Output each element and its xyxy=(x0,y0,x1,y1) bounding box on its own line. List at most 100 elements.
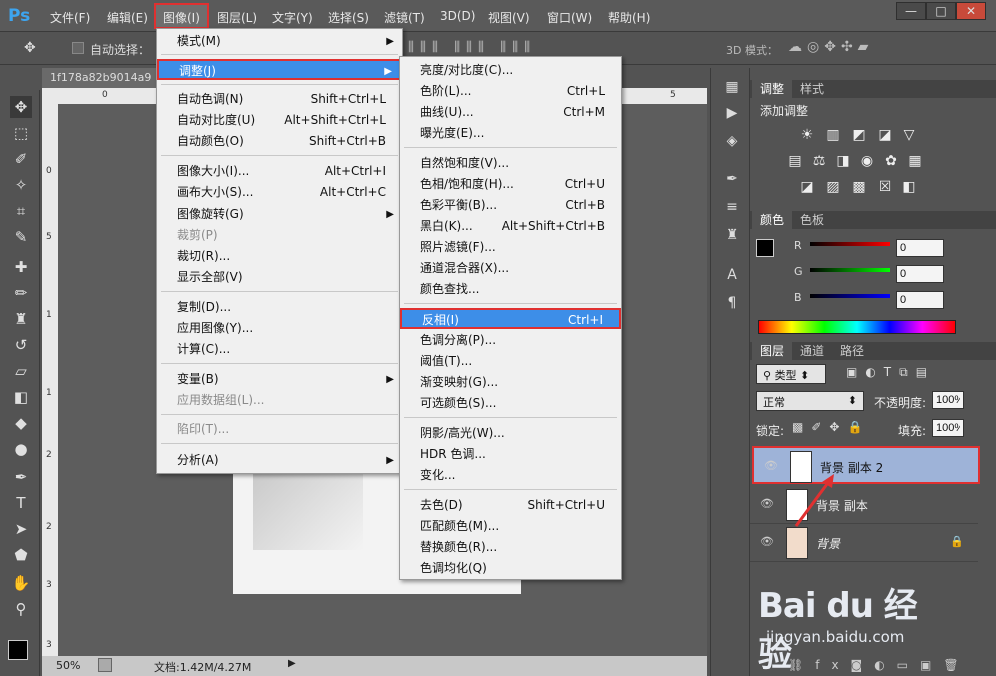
brush-presets-icon[interactable]: ✒ xyxy=(721,168,743,190)
hue-sat-icon[interactable]: ▤ xyxy=(786,152,804,170)
menu-item-variables[interactable]: 变量(B) ▶ xyxy=(157,369,402,390)
menu-item-apply-image[interactable]: 应用图像(Y)... xyxy=(157,318,402,339)
submenu-brightness-contrast[interactable]: 亮度/对比度(C)... xyxy=(400,60,621,81)
submenu-levels[interactable]: 色阶(L)... Ctrl+L xyxy=(400,81,621,102)
selective-color-icon[interactable]: ◧ xyxy=(900,178,918,196)
submenu-match-color[interactable]: 匹配颜色(M)... xyxy=(400,516,621,537)
submenu-selective-color[interactable]: 可选颜色(S)... xyxy=(400,393,621,414)
threshold-icon[interactable]: ▩ xyxy=(850,178,868,196)
submenu-replace-color[interactable]: 替换颜色(R)... xyxy=(400,537,621,558)
r-slider[interactable] xyxy=(810,242,890,246)
menu-window[interactable]: 窗口(W) xyxy=(547,9,592,26)
dodge-tool-icon[interactable]: ● xyxy=(10,438,32,460)
menu-item-mode[interactable]: 模式(M) ▶ xyxy=(157,31,402,52)
align-icons[interactable]: ⫼⫼⫼ ⫼⫼⫼ ⫼⫼⫼ xyxy=(408,40,536,55)
submenu-variations[interactable]: 变化... xyxy=(400,465,621,486)
submenu-desaturate[interactable]: 去色(D) Shift+Ctrl+U xyxy=(400,495,621,516)
status-icon[interactable] xyxy=(98,658,112,672)
exposure-icon[interactable]: ◪ xyxy=(876,126,894,144)
gradient-icon[interactable]: ◧ xyxy=(10,386,32,408)
menu-view[interactable]: 视图(V) xyxy=(488,9,530,26)
submenu-color-balance[interactable]: 色彩平衡(B)... Ctrl+B xyxy=(400,195,621,216)
move-tool-icon[interactable]: ✥ xyxy=(10,96,32,118)
submenu-hue-saturation[interactable]: 色相/饱和度(H)... Ctrl+U xyxy=(400,174,621,195)
tab-styles[interactable]: 样式 xyxy=(792,80,832,98)
submenu-color-lookup[interactable]: 颜色查找... xyxy=(400,279,621,300)
crop-tool-icon[interactable]: ⌗ xyxy=(10,200,32,222)
submenu-channel-mixer[interactable]: 通道混合器(X)... xyxy=(400,258,621,279)
menu-filter[interactable]: 滤镜(T) xyxy=(384,9,425,26)
shape-tool-icon[interactable]: ⬟ xyxy=(10,544,32,566)
g-input[interactable] xyxy=(896,265,944,283)
filter-icons[interactable]: ▣◐T⧉▤ xyxy=(846,365,935,380)
layer-row-copy[interactable]: 👁 背景 副本 xyxy=(750,486,978,524)
menu-item-canvas-size[interactable]: 画布大小(S)... Alt+Ctrl+C xyxy=(157,182,402,203)
menu-item-auto-contrast[interactable]: 自动对比度(U) Alt+Shift+Ctrl+L xyxy=(157,110,402,131)
menu-image[interactable]: 图像(I) xyxy=(163,9,200,26)
levels-icon[interactable]: ▥ xyxy=(824,126,842,144)
tab-color[interactable]: 颜色 xyxy=(752,211,793,229)
curves-icon[interactable]: ◩ xyxy=(850,126,868,144)
layer-row-copy2[interactable]: 👁 背景 副本 2 xyxy=(752,446,980,484)
clone-source-icon[interactable]: ♜ xyxy=(721,224,743,246)
g-slider[interactable] xyxy=(810,268,890,272)
marquee-tool-icon[interactable]: ⬚ xyxy=(10,122,32,144)
gradient-map-icon[interactable]: ☒ xyxy=(876,178,894,196)
brush-tool-icon[interactable]: ✏ xyxy=(10,282,32,304)
move-tool-icon[interactable]: ✥ xyxy=(24,40,36,56)
tab-layers[interactable]: 图层 xyxy=(752,342,793,360)
menu-item-analysis[interactable]: 分析(A) ▶ xyxy=(157,450,402,471)
menu-item-auto-tone[interactable]: 自动色调(N) Shift+Ctrl+L xyxy=(157,89,402,110)
menu-item-image-size[interactable]: 图像大小(I)... Alt+Ctrl+I xyxy=(157,161,402,182)
status-arrow-icon[interactable]: ▶ xyxy=(288,658,296,669)
menu-item-duplicate[interactable]: 复制(D)... xyxy=(157,297,402,318)
character-icon[interactable]: A xyxy=(721,264,743,286)
tab-paths[interactable]: 路径 xyxy=(832,342,872,360)
invert-icon[interactable]: ◪ xyxy=(798,178,816,196)
color-lookup-icon[interactable]: ▦ xyxy=(906,152,924,170)
3d-mode-icons[interactable]: ☁◎✥✣▰ xyxy=(788,39,873,55)
layer-name[interactable]: 背景 xyxy=(816,535,840,552)
zoom-tool-icon[interactable]: ⚲ xyxy=(10,598,32,620)
submenu-invert[interactable]: 反相(I) Ctrl+I xyxy=(400,308,621,329)
hand-tool-icon[interactable]: ✋ xyxy=(10,572,32,594)
3d-icon[interactable]: ◈ xyxy=(721,130,743,152)
visibility-eye-icon[interactable]: 👁 xyxy=(764,459,778,473)
brush-panel-icon[interactable]: ≡ xyxy=(721,196,743,218)
close-button[interactable]: ✕ xyxy=(956,2,986,20)
submenu-threshold[interactable]: 阈值(T)... xyxy=(400,351,621,372)
stamp-tool-icon[interactable]: ♜ xyxy=(10,308,32,330)
submenu-black-white[interactable]: 黑白(K)... Alt+Shift+Ctrl+B xyxy=(400,216,621,237)
maximize-button[interactable]: □ xyxy=(926,2,956,20)
menu-type[interactable]: 文字(Y) xyxy=(272,9,313,26)
submenu-equalize[interactable]: 色调均化(Q) xyxy=(400,558,621,579)
posterize-icon[interactable]: ▨ xyxy=(824,178,842,196)
document-tab[interactable]: 1f178a82b9014a9 xyxy=(42,68,162,88)
fg-color-swatch[interactable] xyxy=(756,239,774,257)
blur-tool-icon[interactable]: ◆ xyxy=(10,412,32,434)
vibrance-icon[interactable]: ▽ xyxy=(900,126,918,144)
opacity-input[interactable] xyxy=(932,391,964,409)
auto-select-checkbox[interactable] xyxy=(72,42,84,54)
paragraph-icon[interactable]: ¶ xyxy=(721,292,743,314)
b-slider[interactable] xyxy=(810,294,890,298)
brightness-icon[interactable]: ☀ xyxy=(798,126,816,144)
menu-edit[interactable]: 编辑(E) xyxy=(107,9,148,26)
submenu-hdr-toning[interactable]: HDR 色调... xyxy=(400,444,621,465)
visibility-eye-icon[interactable]: 👁 xyxy=(760,497,774,511)
black-white-icon[interactable]: ◨ xyxy=(834,152,852,170)
submenu-exposure[interactable]: 曝光度(E)... xyxy=(400,123,621,144)
menu-file[interactable]: 文件(F) xyxy=(50,9,90,26)
eraser-icon[interactable]: ▱ xyxy=(10,360,32,382)
menu-item-trim[interactable]: 裁切(R)... xyxy=(157,246,402,267)
zoom-level[interactable]: 50% xyxy=(56,659,80,672)
r-input[interactable] xyxy=(896,239,944,257)
menu-item-auto-color[interactable]: 自动颜色(O) Shift+Ctrl+B xyxy=(157,131,402,152)
pen-tool-icon[interactable]: ✒ xyxy=(10,466,32,488)
eyedropper-icon[interactable]: ✎ xyxy=(10,226,32,248)
menu-item-calculations[interactable]: 计算(C)... xyxy=(157,339,402,360)
fill-input[interactable] xyxy=(932,419,964,437)
lock-icons[interactable]: ▩✐✥🔒 xyxy=(792,420,870,434)
tab-channels[interactable]: 通道 xyxy=(792,342,832,360)
foreground-color-swatch[interactable] xyxy=(8,640,28,660)
